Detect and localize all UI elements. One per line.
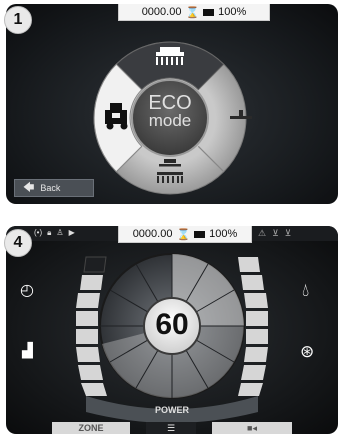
water-drop-icon[interactable]: 💧︎: [302, 280, 309, 301]
mode-text: mode: [148, 111, 192, 130]
zone-label: ZONE: [78, 423, 104, 433]
speed-gauge-icon[interactable]: ◴: [20, 280, 34, 300]
arrow-left-icon: 🡄: [23, 181, 35, 194]
step-badge-1: 1: [4, 6, 32, 34]
tab-zone[interactable]: ZONE: [52, 422, 130, 434]
eco-mode-screen: 0000.00 ⌛ 100% ECO mode 🡄 Back: [6, 4, 338, 204]
power-label: POWER: [154, 405, 189, 415]
step-badge-4: 4: [4, 229, 32, 257]
back-label: Back: [40, 183, 61, 193]
power-value: 60: [155, 308, 189, 341]
detergent-icon[interactable]: ▟: [22, 342, 33, 359]
power-screen: (•) 🔒︎ ♙ ▶ 0000.00 ⌛ 100% ⚠ ⊻ ⊻ 60 POWER…: [6, 226, 338, 434]
eco-mode-label[interactable]: ECO mode: [132, 92, 208, 130]
camera-icon: ■◂: [247, 422, 257, 433]
camera-button[interactable]: ■◂: [212, 422, 292, 434]
back-button[interactable]: 🡄 Back: [14, 179, 94, 197]
eco-text: ECO: [148, 92, 192, 114]
hamburger-icon: ☰: [166, 422, 176, 433]
menu-button[interactable]: ☰: [146, 422, 196, 434]
brush-pressure-icon[interactable]: ⊛: [300, 342, 314, 362]
